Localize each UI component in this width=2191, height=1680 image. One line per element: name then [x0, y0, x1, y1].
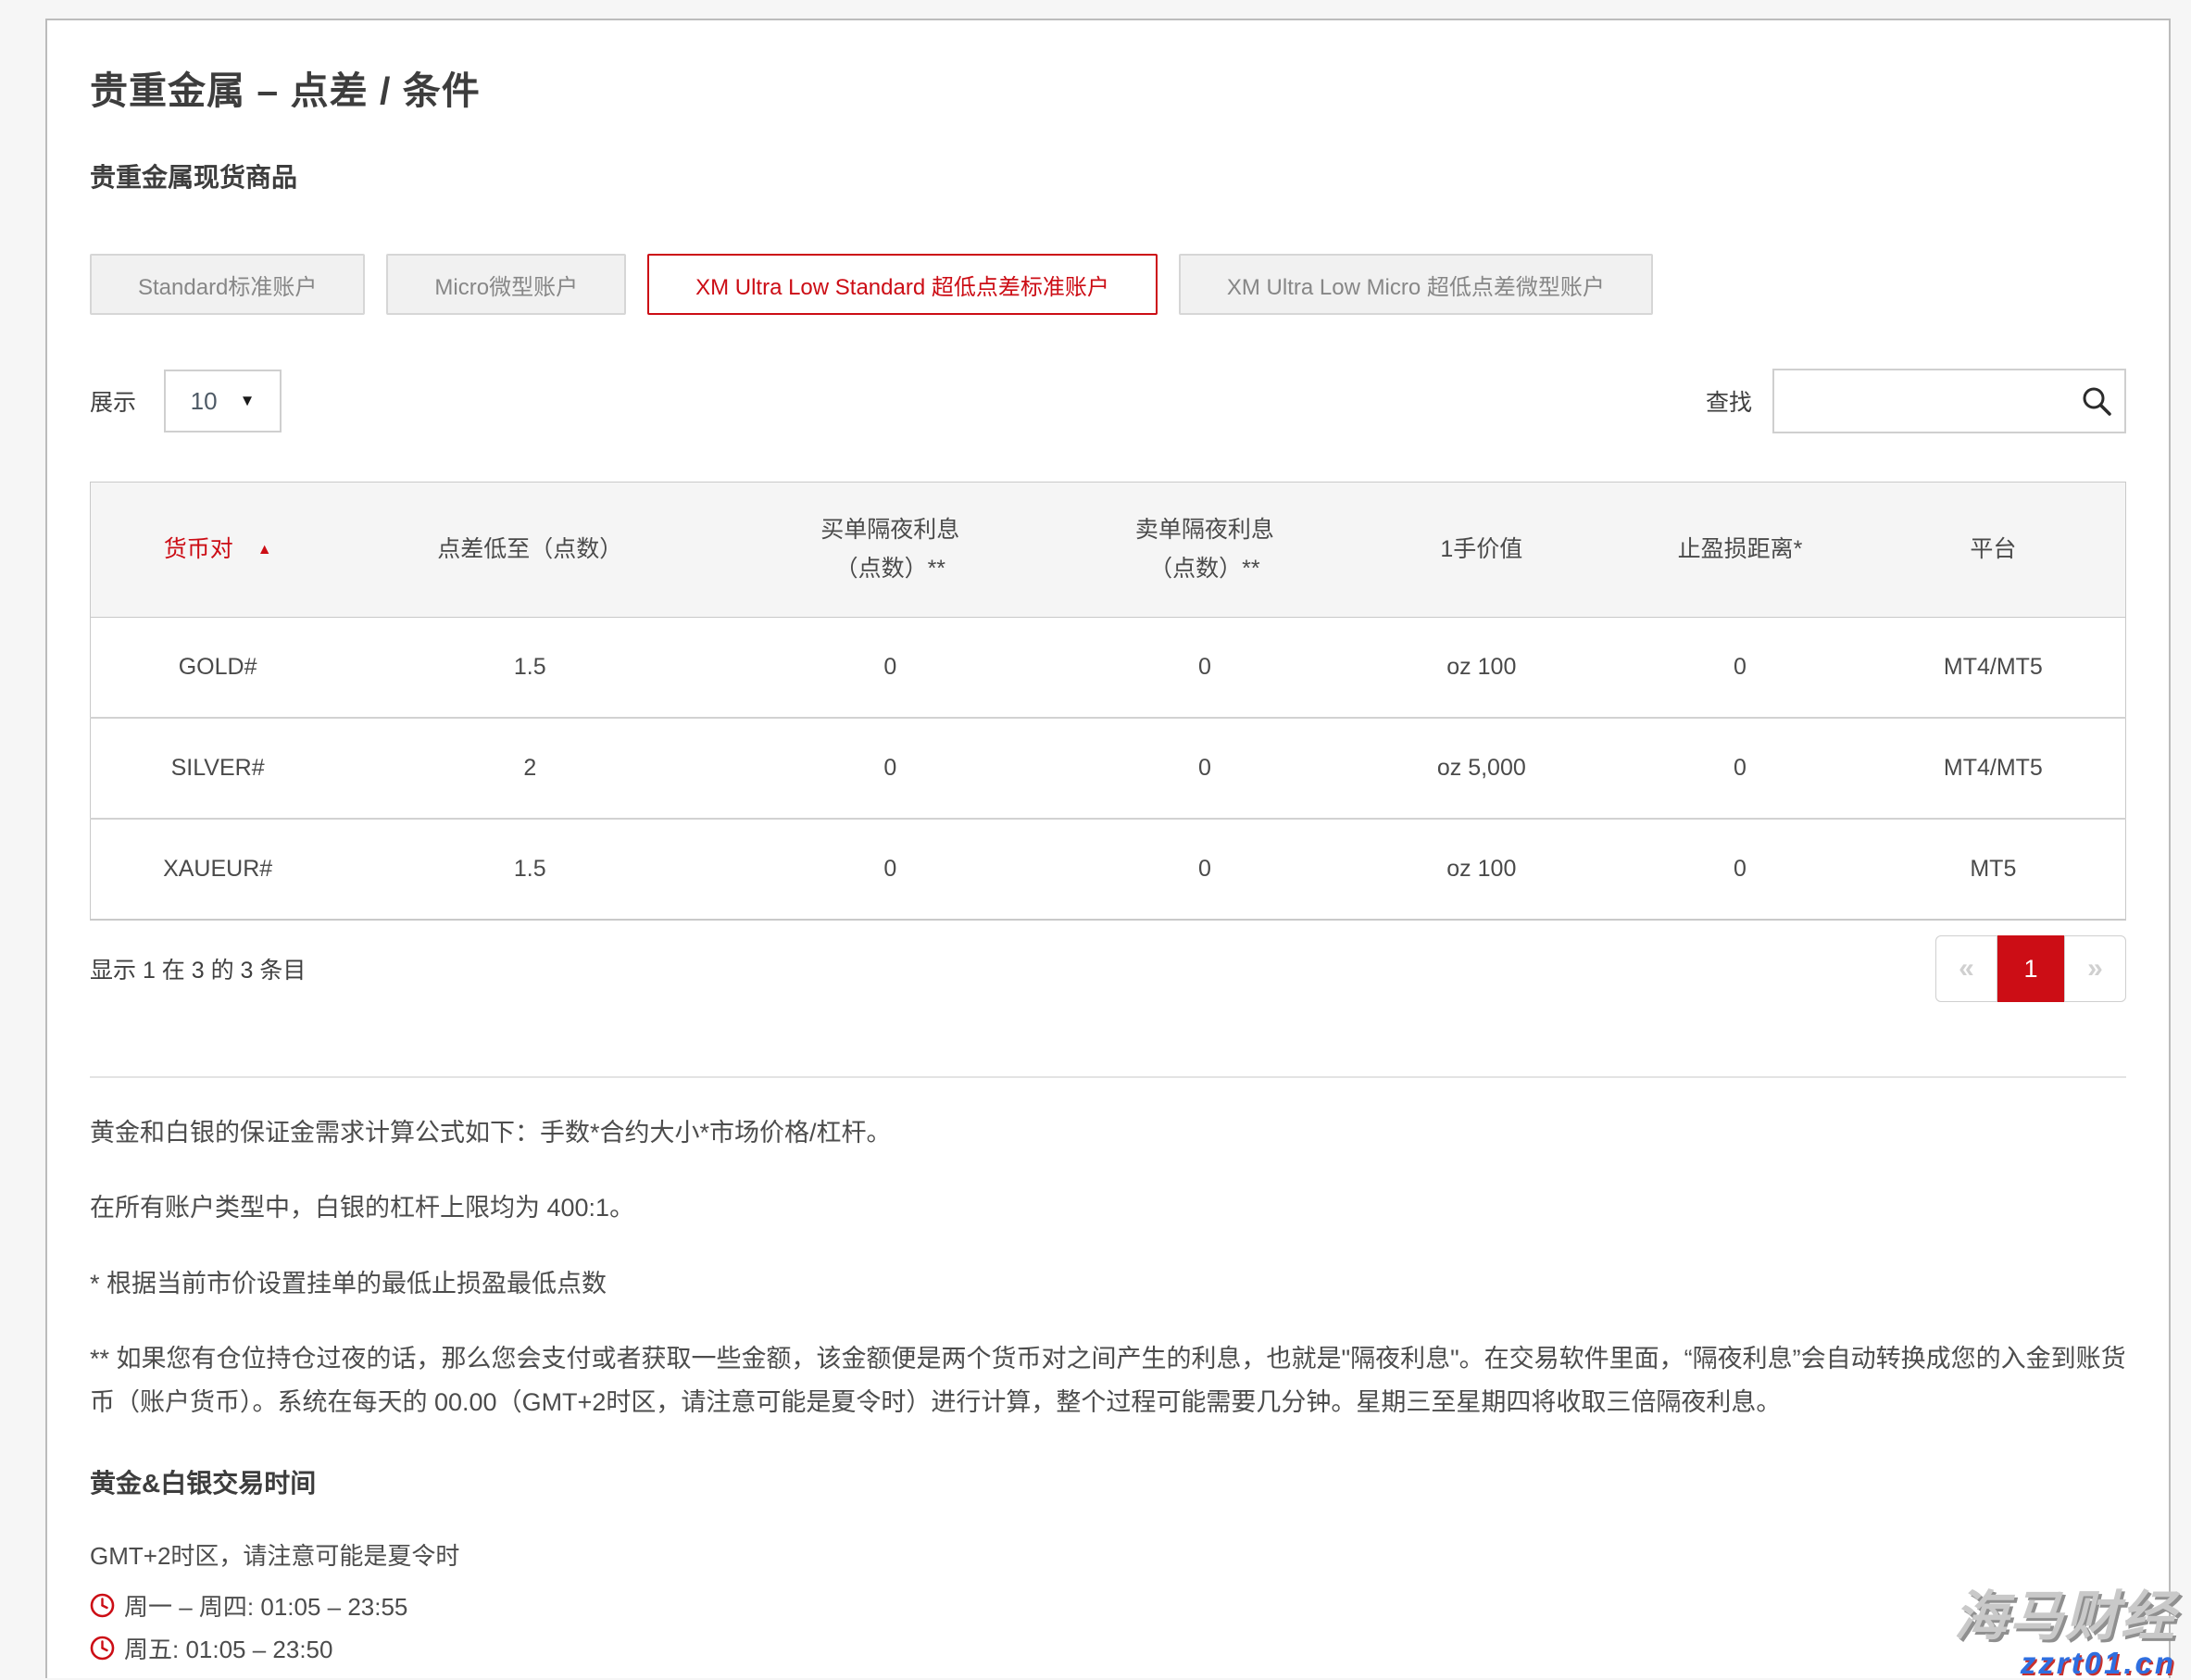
tab-ultra-low-standard[interactable]: XM Ultra Low Standard 超低点差标准账户 [647, 254, 1158, 315]
table-cell: oz 100 [1344, 819, 1619, 920]
table-cell: 0 [715, 618, 1065, 719]
sort-asc-icon: ▲ [257, 542, 272, 558]
note-paragraph: ** 如果您有仓位持仓过夜的话，那么您会支付或者获取一些金额，该金额便是两个货币… [90, 1337, 2126, 1425]
column-header-1[interactable]: 货币对 ▲ [91, 483, 345, 618]
table-row: SILVER#200oz 5,0000MT4/MT5 [91, 718, 2126, 819]
schedule-text: 周五: 01:05 – 23:50 [124, 1631, 332, 1665]
column-header-4[interactable]: 卖单隔夜利息 （点数）** [1065, 483, 1344, 618]
page-subtitle: 贵重金属现货商品 [90, 157, 2126, 194]
section-divider [90, 1076, 2126, 1078]
table-header-row: 货币对 ▲ 点差低至（点数）买单隔夜利息 （点数）**卖单隔夜利息 （点数）**1手… [91, 483, 2126, 618]
table-row: XAUEUR#1.500oz 1000MT5 [91, 819, 2126, 920]
page-size-value: 10 [191, 387, 218, 416]
chevron-down-icon: ▼ [240, 392, 256, 410]
chevrons-left-icon: « [1959, 953, 1974, 984]
table-cell: MT4/MT5 [1861, 718, 2126, 819]
entries-summary: 显示 1 在 3 的 3 条目 [90, 952, 306, 985]
table-cell: 0 [715, 819, 1065, 920]
content-card: 贵重金属 – 点差 / 条件 贵重金属现货商品 Standard标准账户 Micr… [45, 19, 2171, 1678]
pagination-prev-button[interactable]: « [1935, 935, 1997, 1002]
page-title: 贵重金属 – 点差 / 条件 [90, 59, 2126, 115]
tab-micro[interactable]: Micro微型账户 [386, 254, 626, 315]
table-cell: oz 5,000 [1344, 718, 1619, 819]
table-cell: 0 [1065, 618, 1344, 719]
page-size-select[interactable]: 10 ▼ [164, 370, 282, 433]
column-header-7[interactable]: 平台 [1861, 483, 2126, 618]
search-input[interactable] [1772, 369, 2126, 433]
table-cell: XAUEUR# [91, 819, 345, 920]
spreads-table: 货币对 ▲ 点差低至（点数）买单隔夜利息 （点数）**卖单隔夜利息 （点数）**1手… [90, 482, 2126, 921]
table-cell: 2 [344, 718, 715, 819]
table-cell: GOLD# [91, 618, 345, 719]
pagination-next-button[interactable]: » [2064, 935, 2126, 1002]
table-body: GOLD#1.500oz 1000MT4/MT5SILVER#200oz 5,0… [91, 618, 2126, 921]
column-header-5[interactable]: 1手价值 [1344, 483, 1619, 618]
chevrons-right-icon: » [2087, 953, 2103, 984]
table-cell: 0 [1619, 718, 1861, 819]
watermark-brand: 海马财经 [1954, 1590, 2176, 1644]
timezone-note: GMT+2时区，请注意可能是夏令时 [90, 1537, 2126, 1572]
note-paragraph: * 根据当前市价设置挂单的最低止损盈最低点数 [90, 1262, 2126, 1306]
table-cell: 0 [1619, 819, 1861, 920]
tab-standard[interactable]: Standard标准账户 [90, 254, 365, 315]
table-cell: 0 [1065, 819, 1344, 920]
account-tabs: Standard标准账户 Micro微型账户 XM Ultra Low Standa… [90, 254, 2126, 315]
trading-hours-heading: 黄金&白银交易时间 [90, 1463, 2126, 1500]
schedule-row: 周五: 01:05 – 23:50 [90, 1631, 2126, 1665]
table-cell: 0 [1619, 618, 1861, 719]
note-paragraph: 在所有账户类型中，白银的杠杆上限均为 400:1。 [90, 1186, 2126, 1230]
show-label: 展示 [90, 384, 136, 418]
schedule-text: 周一 – 周四: 01:05 – 23:55 [124, 1588, 407, 1623]
column-header-6[interactable]: 止盈损距离* [1619, 483, 1861, 618]
table-cell: MT5 [1861, 819, 2126, 920]
clock-icon [90, 1593, 115, 1618]
clock-icon [90, 1636, 115, 1661]
search-icon [2080, 384, 2113, 418]
column-header-label: 货币对 [164, 536, 233, 562]
table-cell: 0 [715, 718, 1065, 819]
column-header-3[interactable]: 买单隔夜利息 （点数）** [715, 483, 1065, 618]
note-paragraph: 黄金和白银的保证金需求计算公式如下：手数*合约大小*市场价格/杠杆。 [90, 1111, 2126, 1155]
search-label: 查找 [1706, 384, 1752, 418]
column-header-2[interactable]: 点差低至（点数） [344, 483, 715, 618]
watermark-site: zzrt01.cn [1954, 1648, 2176, 1678]
table-cell: MT4/MT5 [1861, 618, 2126, 719]
table-controls: 展示 10 ▼ 查找 [90, 369, 2126, 433]
tab-ultra-low-micro[interactable]: XM Ultra Low Micro 超低点差微型账户 [1179, 254, 1653, 315]
table-cell: 1.5 [344, 618, 715, 719]
pagination-page-1-button[interactable]: 1 [1997, 935, 2064, 1002]
table-cell: SILVER# [91, 718, 345, 819]
schedule-row: 周一 – 周四: 01:05 – 23:55 [90, 1588, 2126, 1623]
trading-schedule: 周一 – 周四: 01:05 – 23:55 周五: 01:05 – 23:50 [90, 1588, 2126, 1665]
table-row: GOLD#1.500oz 1000MT4/MT5 [91, 618, 2126, 719]
table-cell: 0 [1065, 718, 1344, 819]
table-cell: 1.5 [344, 819, 715, 920]
notes-section: 黄金和白银的保证金需求计算公式如下：手数*合约大小*市场价格/杠杆。在所有账户类… [90, 1111, 2126, 1424]
table-cell: oz 100 [1344, 618, 1619, 719]
pagination: « 1 » [1935, 935, 2126, 1002]
watermark: 海马财经 zzrt01.cn [1954, 1590, 2176, 1678]
